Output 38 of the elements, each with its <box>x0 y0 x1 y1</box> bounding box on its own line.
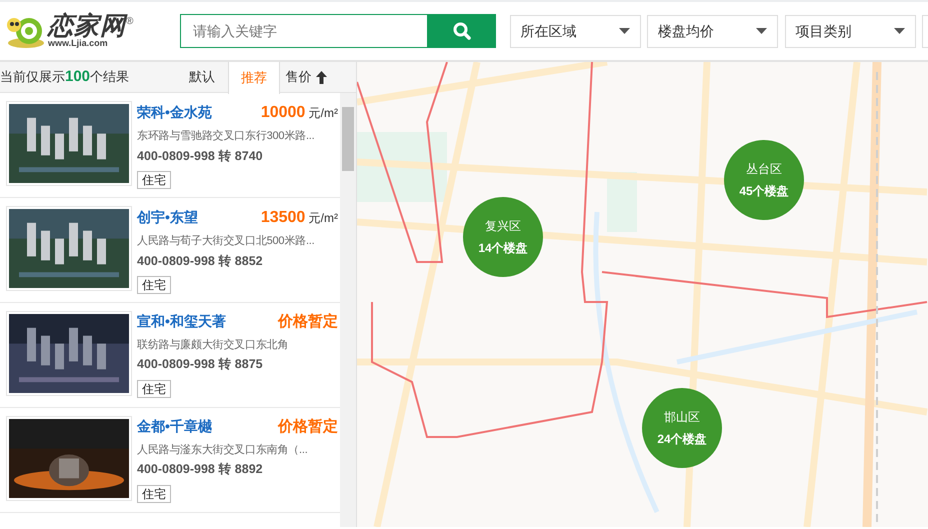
type-tag: 住宅 <box>137 484 171 503</box>
up-arrow-icon <box>316 70 326 84</box>
price: 13500 元/m² <box>260 208 338 228</box>
phone-number: 400-0809-998 转 8740 <box>137 148 264 164</box>
listing-title[interactable]: 荣科•金水苑 <box>137 102 212 123</box>
sort-tab[interactable]: 推荐 <box>228 62 280 94</box>
sort-tab[interactable]: 默认 <box>176 62 228 92</box>
type-tag: 住宅 <box>137 380 171 398</box>
listing-title[interactable]: 创宇•东望 <box>137 207 198 228</box>
address: 人民路与荀子大街交叉口北500米路... <box>137 234 315 249</box>
listing-title[interactable]: 宣和•和玺天著 <box>137 311 226 332</box>
search-button[interactable] <box>427 14 496 48</box>
caret-icon <box>618 28 630 34</box>
phone-number: 400-0809-998 转 8875 <box>137 356 264 373</box>
dropdown[interactable]: 所在区域 <box>510 14 640 48</box>
search-field[interactable]: 请输入关键字 <box>180 14 427 48</box>
scrollbar[interactable] <box>340 93 356 527</box>
caret-icon <box>894 28 904 34</box>
listing-title[interactable]: 金都•千章樾 <box>137 416 212 437</box>
phone-number: 400-0809-998 转 8852 <box>137 252 264 270</box>
type-tag: 住宅 <box>137 276 171 294</box>
dropdown[interactable]: 项目类别 <box>784 14 916 48</box>
price: 价格暂定 <box>278 417 338 437</box>
dropdown[interactable]: 楼盘均价 <box>647 14 778 48</box>
address: 联纺路与廉颇大街交叉口东北角 <box>137 338 288 352</box>
price: 10000 元/m² <box>260 103 338 123</box>
price: 价格暂定 <box>278 312 338 332</box>
logo-domain: www.Ljia.com <box>48 39 109 48</box>
address: 东环路与雪驰路交叉口东行300米路... <box>137 128 315 144</box>
result-count: 当前仅展示100个结果 <box>0 66 130 87</box>
caret-icon <box>756 28 767 34</box>
registered-mark: ® <box>126 16 134 27</box>
phone-number: 400-0809-998 转 8892 <box>137 461 264 478</box>
sort-tab[interactable]: 售价 <box>280 62 332 92</box>
logo-text: 恋家网 <box>48 14 126 39</box>
search-icon <box>452 22 470 40</box>
type-tag: 住宅 <box>137 171 171 190</box>
address: 人民路与滏东大街交叉口东南角（... <box>137 442 308 458</box>
